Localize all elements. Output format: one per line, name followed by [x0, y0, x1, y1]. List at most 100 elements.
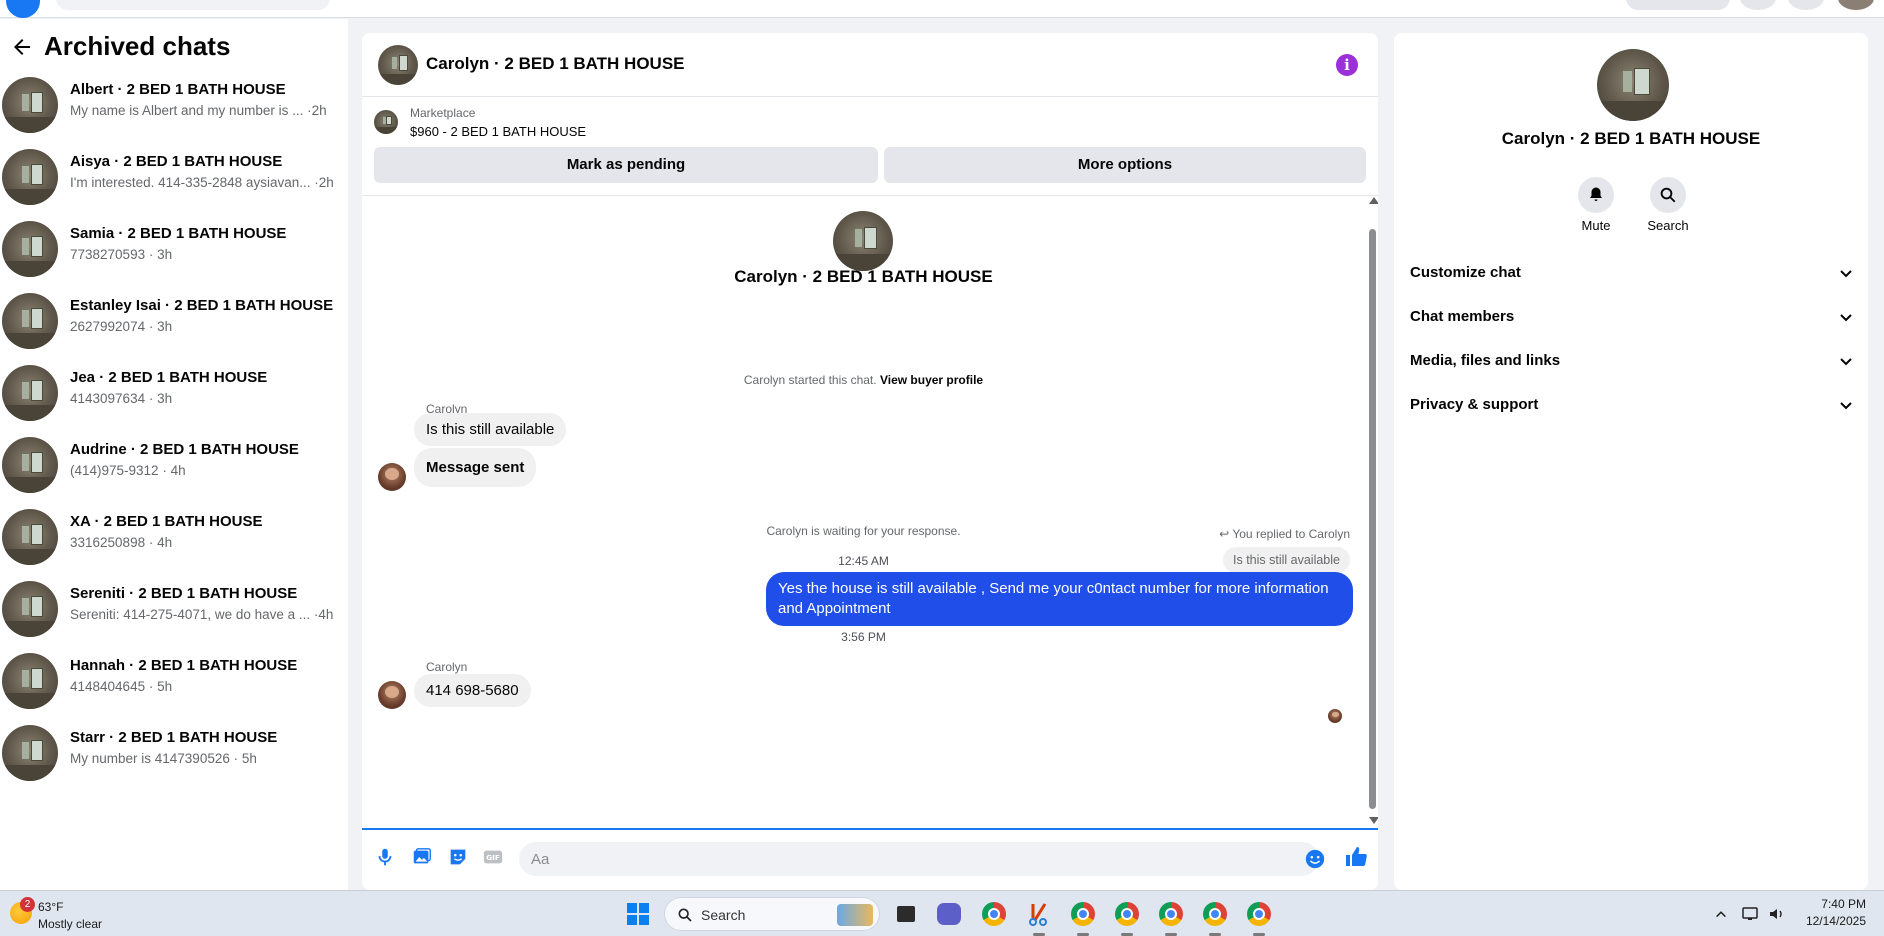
chat-name: Aisya · 2 BED 1 BATH HOUSE [70, 153, 283, 170]
view-buyer-profile-link[interactable]: View buyer profile [880, 373, 983, 387]
snipping-tool-icon[interactable] [1025, 900, 1053, 936]
info-icon[interactable]: i [1336, 54, 1358, 76]
contact-avatar[interactable] [1597, 49, 1669, 121]
back-arrow-icon[interactable] [10, 35, 34, 59]
chrome-profile-icon[interactable] [1157, 900, 1185, 936]
top-search-input[interactable] [56, 0, 330, 10]
chrome-profile-icon[interactable] [1245, 900, 1273, 936]
sidebar-header: Archived chats [10, 31, 230, 62]
listing-avatar [2, 509, 58, 565]
search-highlight-icon [837, 904, 873, 926]
incoming-message[interactable]: Is this still available [414, 413, 567, 446]
mute-label: Mute [1581, 218, 1611, 233]
chrome-profile-icon[interactable] [1113, 900, 1141, 936]
top-menu-button[interactable] [1626, 0, 1730, 10]
message-input[interactable] [519, 842, 1319, 876]
customize-chat-section[interactable]: Customize chat [1410, 253, 1854, 293]
incoming-message[interactable]: 414 698-5680 [414, 674, 531, 707]
privacy-support-section[interactable]: Privacy & support [1410, 385, 1854, 425]
facebook-logo[interactable] [6, 0, 40, 18]
taskbar-search-label: Search [701, 907, 746, 923]
section-label: Media, files and links [1410, 352, 1561, 369]
section-label: Chat members [1410, 308, 1515, 325]
media-files-links-section[interactable]: Media, files and links [1410, 341, 1854, 381]
top-notifications-icon[interactable] [1788, 0, 1824, 10]
mute-button[interactable]: Mute [1566, 177, 1626, 233]
sender-avatar[interactable] [378, 463, 406, 491]
task-view-icon[interactable] [892, 900, 920, 928]
chat-list-item[interactable]: Starr · 2 BED 1 BATH HOUSE My number is … [0, 717, 348, 789]
quoted-message[interactable]: Is this still available [1223, 547, 1350, 573]
scroll-thumb[interactable] [1369, 229, 1376, 809]
chrome-profile-icon[interactable] [1069, 900, 1097, 936]
chrome-icon[interactable] [980, 900, 1008, 928]
chat-list-item[interactable]: XA · 2 BED 1 BATH HOUSE 3316250898 · 4h [0, 501, 348, 573]
section-label: Privacy & support [1410, 396, 1539, 413]
chevron-up-icon[interactable] [1714, 907, 1728, 921]
chat-name: Samia · 2 BED 1 BATH HOUSE [70, 225, 287, 242]
bell-icon [1590, 187, 1602, 201]
system-clock[interactable]: 7:40 PM 12/14/2025 [1790, 897, 1866, 928]
chat-list-item[interactable]: Samia · 2 BED 1 BATH HOUSE 7738270593 · … [0, 213, 348, 285]
listing-thumbnail[interactable] [374, 110, 398, 134]
emoji-icon[interactable] [1304, 848, 1326, 870]
search-in-chat-button[interactable]: Search [1638, 177, 1698, 233]
microphone-icon[interactable] [374, 846, 396, 868]
mark-as-pending-button[interactable]: Mark as pending [374, 147, 878, 183]
chevron-down-icon [1840, 270, 1852, 278]
chat-list-item[interactable]: Estanley Isai · 2 BED 1 BATH HOUSE 26279… [0, 285, 348, 357]
weather-temperature: 63°F [38, 900, 64, 914]
chat-list-item[interactable]: Hannah · 2 BED 1 BATH HOUSE 4148404645 ·… [0, 645, 348, 717]
chat-list-item[interactable]: Sereniti · 2 BED 1 BATH HOUSE Sereniti: … [0, 573, 348, 645]
chat-panel: Carolyn · 2 BED 1 BATH HOUSE i Marketpla… [362, 33, 1378, 890]
chat-list-item[interactable]: Jea · 2 BED 1 BATH HOUSE 4143097634 · 3h [0, 357, 348, 429]
contact-name: Carolyn · 2 BED 1 BATH HOUSE [1501, 129, 1761, 148]
search-icon [1660, 187, 1676, 203]
reply-note: ↩ You replied to Carolyn [1219, 527, 1350, 541]
listing-avatar [2, 581, 58, 637]
thumbs-up-icon[interactable] [1344, 845, 1368, 869]
scroll-down-arrow-icon[interactable] [1369, 817, 1378, 824]
weather-description: Mostly clear [38, 917, 103, 931]
sender-name: Carolyn [426, 660, 468, 674]
outgoing-message[interactable]: Yes the house is still available , Send … [766, 572, 1353, 626]
search-label: Search [1647, 218, 1689, 233]
chat-app-icon[interactable] [935, 900, 963, 928]
network-icon[interactable] [1742, 906, 1760, 922]
chat-preview: 2627992074 · 3h [70, 319, 173, 334]
windows-start-icon[interactable] [627, 903, 649, 925]
search-icon [678, 908, 692, 922]
chat-list-item[interactable]: Audrine · 2 BED 1 BATH HOUSE (414)975-93… [0, 429, 348, 501]
listing-avatar [2, 437, 58, 493]
reply-icon: ↩ [1219, 527, 1230, 541]
listing-avatar [2, 77, 58, 133]
gif-icon[interactable]: GIF [482, 846, 504, 868]
chat-name: Starr · 2 BED 1 BATH HOUSE [70, 729, 278, 746]
chat-name: Audrine · 2 BED 1 BATH HOUSE [70, 441, 299, 458]
message-scrollbar[interactable] [1366, 197, 1378, 827]
chat-started-notice: Carolyn started this chat. View buyer pr… [362, 373, 1365, 387]
sticker-icon[interactable] [447, 846, 469, 868]
chat-header-avatar[interactable] [378, 45, 418, 85]
listing-avatar [2, 149, 58, 205]
chat-preview: My number is 4147390526 · 5h [70, 751, 257, 766]
chat-members-section[interactable]: Chat members [1410, 297, 1854, 337]
top-account-avatar[interactable] [1838, 0, 1874, 10]
chat-name: Estanley Isai · 2 BED 1 BATH HOUSE [70, 297, 334, 314]
listing-avatar [2, 221, 58, 277]
chat-list-item[interactable]: Albert · 2 BED 1 BATH HOUSE My name is A… [0, 69, 348, 141]
chrome-profile-icon[interactable] [1201, 900, 1229, 936]
incoming-message[interactable]: Message sent [414, 448, 537, 487]
volume-icon[interactable] [1768, 906, 1786, 922]
scroll-up-arrow-icon[interactable] [1369, 197, 1378, 204]
photo-icon[interactable] [411, 846, 433, 868]
taskbar-search[interactable]: Search [664, 897, 880, 931]
listing-title[interactable]: $960 - 2 BED 1 BATH HOUSE [410, 124, 586, 139]
chat-title[interactable]: Carolyn · 2 BED 1 BATH HOUSE [426, 54, 685, 74]
top-menu-icon[interactable] [1740, 0, 1776, 10]
message-composer: GIF [362, 828, 1378, 890]
sender-avatar[interactable] [378, 681, 406, 709]
more-options-button[interactable]: More options [884, 147, 1366, 183]
message-list: Carolyn · 2 BED 1 BATH HOUSE Carolyn sta… [362, 197, 1365, 827]
chat-list-item[interactable]: Aisya · 2 BED 1 BATH HOUSE I'm intereste… [0, 141, 348, 213]
